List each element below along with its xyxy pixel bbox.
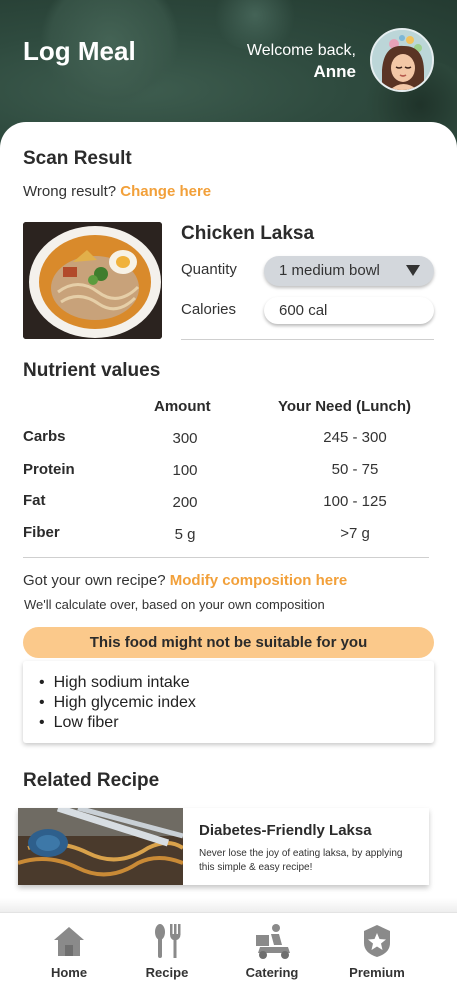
nav-premium[interactable]: Premium [327,913,427,987]
change-link[interactable]: Change here [120,183,211,200]
warning-item: Low fiber [39,713,434,733]
scan-result-heading: Scan Result [23,148,132,169]
nav-recipe[interactable]: Recipe [117,913,217,987]
nutrient-amount: 100 [172,462,198,479]
page-title: Log Meal [23,36,136,66]
nutrient-amount: 300 [172,430,198,447]
nutrient-label: Fiber [23,524,60,541]
nutrient-label: Fat [23,492,46,509]
need-column-header: Your Need (Lunch) [278,398,412,415]
welcome-text: Welcome back, [246,42,356,59]
recipe-title: Diabetes-Friendly Laksa [199,822,372,839]
related-recipe-card[interactable]: Diabetes-Friendly Laksa Never lose the j… [18,808,429,885]
food-photo [23,222,162,339]
nav-home-label: Home [50,965,88,980]
wrong-result-prompt: Wrong result? [23,183,117,200]
composition-note: We'll calculate over, based on your own … [24,597,325,612]
nutrient-amount: 5 g [174,526,196,543]
avatar[interactable] [370,28,434,92]
amount-column-header: Amount [154,398,211,415]
own-recipe-line: Got your own recipe? Modify composition … [23,572,347,589]
nutrient-label: Protein [23,461,75,478]
divider [181,339,434,340]
fork-spoon-icon [155,924,181,958]
quantity-select[interactable]: 1 medium bowl [264,256,434,286]
calories-label: Calories [181,301,237,318]
nav-catering-label: Catering [245,965,299,980]
wrong-result-line: Wrong result? Change here [23,183,211,200]
nutrient-need: >7 g [340,525,370,542]
nutrient-need: 50 - 75 [331,461,379,478]
user-name: Anne [313,62,357,81]
warning-item: High sodium intake [39,673,434,693]
recipe-photo [18,808,183,885]
food-name: Chicken Laksa [181,223,315,244]
nutrient-need: 100 - 125 [323,493,387,510]
nutrient-heading: Nutrient values [23,360,161,381]
delivery-scooter-icon [256,924,290,959]
warning-item: High glycemic index [39,693,434,713]
warning-banner: This food might not be suitable for you [23,627,434,658]
warning-list: High sodium intake High glycemic index L… [23,661,434,743]
nav-premium-label: Premium [349,965,405,980]
nutrient-need: 245 - 300 [323,429,387,446]
home-icon [54,927,84,956]
welcome-message: Welcome back, Anne [247,40,356,82]
own-recipe-question: Got your own recipe? [23,572,166,589]
premium-badge-icon [364,925,390,957]
quantity-value: 1 medium bowl [279,262,380,279]
related-recipe-heading: Related Recipe [23,770,160,791]
bottom-nav: Home Recipe Catering Premium [0,912,457,987]
nutrient-amount: 200 [172,494,198,511]
nav-recipe-label: Recipe [145,965,189,980]
dropdown-arrow-icon [406,265,420,276]
nav-home[interactable]: Home [19,913,119,987]
calories-field[interactable]: 600 cal [264,297,434,324]
modify-composition-link[interactable]: Modify composition here [170,572,348,589]
recipe-description: Never lose the joy of eating laksa, by a… [199,848,403,873]
nav-catering[interactable]: Catering [222,913,322,987]
divider [23,557,429,558]
nutrient-label: Carbs [23,428,66,445]
quantity-label: Quantity [181,261,237,278]
